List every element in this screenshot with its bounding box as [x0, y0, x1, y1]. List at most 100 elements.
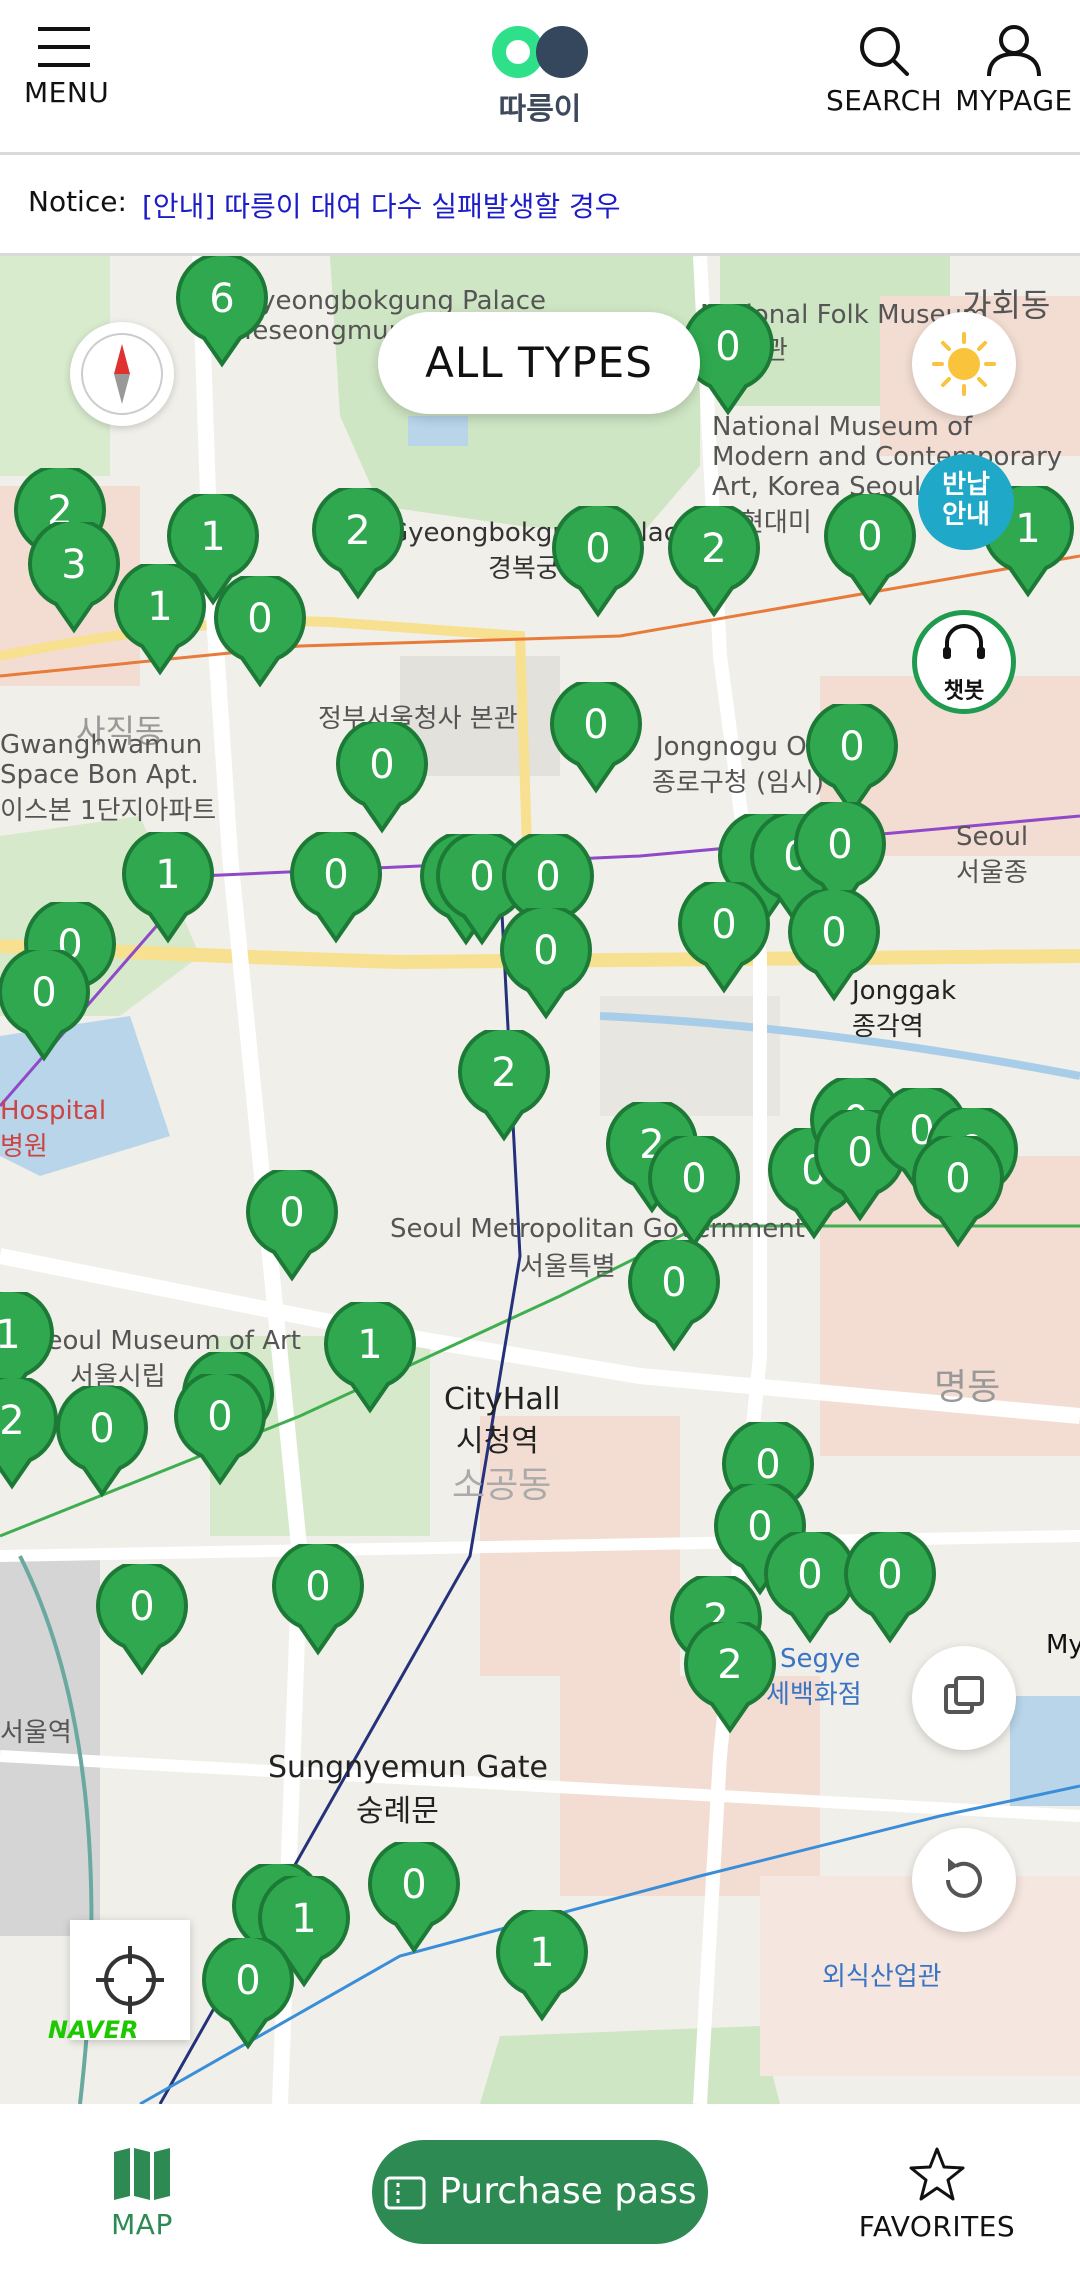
layers-button[interactable]	[912, 1646, 1016, 1750]
menu-button[interactable]: MENU	[24, 24, 109, 109]
top-bar: MENU 따릉이 SEARCH MYPAGE	[0, 0, 1080, 155]
station-marker[interactable]: 0	[0, 950, 92, 1062]
station-marker[interactable]: 1	[112, 564, 208, 676]
headset-icon	[943, 624, 985, 659]
nav-favorites[interactable]: FAVORITES	[852, 2146, 1022, 2243]
mypage-button[interactable]: MYPAGE	[954, 24, 1074, 117]
station-marker[interactable]: 0	[270, 1544, 366, 1656]
place-label: Hospital	[0, 1096, 107, 1126]
station-marker[interactable]: 0	[498, 908, 594, 1020]
place-label: 서울역	[0, 1718, 72, 1748]
station-bike-count: 0	[279, 1190, 305, 1236]
station-bike-count: 0	[535, 854, 561, 900]
station-bike-count: 1	[529, 1930, 555, 1976]
nav-map[interactable]: MAP	[100, 2146, 184, 2241]
station-bike-count: 0	[661, 1260, 687, 1306]
station-bike-count: 2	[345, 508, 371, 554]
station-marker[interactable]: 0	[94, 1564, 190, 1676]
ticket-icon	[384, 2176, 426, 2210]
station-bike-count: 6	[209, 276, 235, 322]
station-marker[interactable]: 0	[646, 1136, 742, 1248]
station-bike-count: 0	[827, 822, 853, 868]
station-marker[interactable]: 0	[676, 882, 772, 994]
station-bike-count: 1	[155, 852, 181, 898]
notice-bar[interactable]: Notice: [안내] 따릉이 대여 다수 실패발생할 경우	[0, 155, 1080, 256]
type-filter-button[interactable]: ALL TYPES	[378, 312, 700, 414]
place-label: 명동	[934, 1367, 1001, 1408]
place-label: 종각역	[852, 1012, 924, 1042]
purchase-pass-button[interactable]: Purchase pass	[372, 2140, 708, 2244]
place-label: Space Bon Apt.	[0, 760, 199, 790]
station-bike-count: 0	[821, 910, 847, 956]
station-bike-count: 0	[129, 1584, 155, 1630]
station-marker[interactable]: 2	[682, 1622, 778, 1734]
weather-button[interactable]	[912, 312, 1016, 416]
naver-logo: NAVER	[48, 2016, 139, 2044]
mypage-label: MYPAGE	[955, 84, 1073, 117]
station-marker[interactable]: 0	[172, 1374, 268, 1486]
station-marker[interactable]: 0	[334, 722, 430, 834]
search-button[interactable]: SEARCH	[826, 24, 942, 117]
sun-icon	[932, 332, 996, 396]
station-marker[interactable]: 0	[822, 494, 918, 606]
station-bike-count: 0	[207, 1394, 233, 1440]
station-marker[interactable]: 1	[322, 1302, 418, 1414]
chatbot-label: 챗봇	[943, 679, 985, 704]
place-label: Sungnyemun Gate	[268, 1750, 548, 1785]
station-marker[interactable]: 0	[626, 1240, 722, 1352]
logo-icon	[492, 26, 588, 78]
map-icon	[114, 2148, 170, 2200]
station-marker[interactable]: 2	[0, 1378, 60, 1490]
station-marker[interactable]: 0	[54, 1386, 150, 1498]
place-label: Seoul	[956, 822, 1029, 852]
chatbot-button[interactable]: 챗봇	[912, 610, 1016, 714]
place-label: 종로구청 (임시)	[652, 768, 825, 798]
place-label: 외식산업관	[822, 1962, 942, 1992]
place-label: Modern and Contemporary	[712, 442, 1063, 472]
place-label: 병원	[0, 1132, 48, 1162]
station-marker[interactable]: 1	[494, 1910, 590, 2022]
notice-link[interactable]: [안내] 따릉이 대여 다수 실패발생할 경우	[142, 185, 621, 225]
station-marker[interactable]: 2	[310, 488, 406, 600]
station-bike-count: 2	[0, 1398, 25, 1444]
logo-text: 따릉이	[498, 92, 582, 127]
station-marker[interactable]: 0	[212, 576, 308, 688]
station-marker[interactable]: 0	[548, 682, 644, 794]
station-marker[interactable]: 0	[804, 704, 900, 816]
station-bike-count: 1	[200, 514, 226, 560]
place-label: Gyeongbokgung Palace	[388, 518, 695, 548]
station-bike-count: 0	[31, 970, 57, 1016]
refresh-button[interactable]	[912, 1828, 1016, 1932]
station-marker[interactable]: 0	[244, 1170, 340, 1282]
station-marker[interactable]: 0	[910, 1136, 1006, 1248]
place-label: 경복궁	[488, 554, 560, 584]
hamburger-icon	[38, 27, 90, 67]
app-logo[interactable]: 따릉이	[480, 24, 600, 128]
station-marker[interactable]: 0	[842, 1532, 938, 1644]
station-marker[interactable]: 0	[550, 506, 646, 618]
station-marker[interactable]: 2	[666, 506, 762, 618]
station-bike-count: 3	[61, 542, 87, 588]
compass-button[interactable]	[70, 322, 174, 426]
station-bike-count: 0	[877, 1552, 903, 1598]
place-label: 이스본 1단지아파트	[0, 796, 217, 826]
station-marker[interactable]: 0	[200, 1938, 296, 2050]
station-marker[interactable]: 0	[786, 890, 882, 1002]
map-view[interactable]: Gyeongbokgung Palace Yeseongmun National…	[0, 256, 1080, 2104]
search-icon	[860, 27, 909, 76]
station-bike-count: 0	[305, 1564, 331, 1610]
station-marker[interactable]: 6	[174, 256, 270, 368]
return-info-button[interactable]: 반납 안내	[918, 454, 1014, 550]
station-marker[interactable]: 0	[366, 1842, 462, 1954]
return-info-label: 반납 안내	[942, 470, 990, 530]
station-marker[interactable]: 3	[26, 522, 122, 634]
station-bike-count: 1	[357, 1322, 383, 1368]
station-marker[interactable]: 0	[288, 832, 384, 944]
station-marker[interactable]: 1	[120, 832, 216, 944]
station-bike-count: 0	[369, 742, 395, 788]
station-bike-count: 0	[583, 702, 609, 748]
place-label: 세백화점	[766, 1680, 862, 1710]
place-label: Gwanghwamun	[0, 730, 203, 760]
station-marker[interactable]: 2	[456, 1030, 552, 1142]
station-bike-count: 1	[0, 1312, 21, 1358]
